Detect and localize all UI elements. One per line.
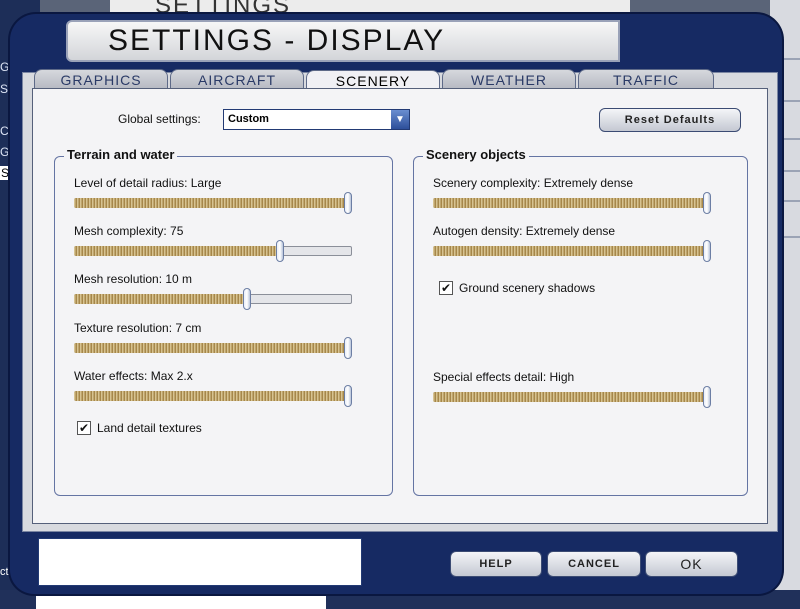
tab-graphics[interactable]: GRAPHICS [34, 69, 168, 89]
slider-thumb[interactable] [703, 386, 711, 408]
land-detail-textures-checkbox[interactable]: ✔ [77, 421, 91, 435]
global-settings-label: Global settings: [118, 112, 201, 126]
slider-thumb[interactable] [344, 385, 352, 407]
slider-thumb[interactable] [703, 192, 711, 214]
scenery-complexity-label: Scenery complexity: Extremely dense [433, 176, 634, 190]
slider-thumb[interactable] [703, 240, 711, 262]
mesh-resolution-slider[interactable] [74, 288, 352, 310]
global-settings-select[interactable]: Custom ▼ [223, 109, 410, 130]
reset-defaults-button[interactable]: Reset Defaults [599, 108, 741, 132]
cancel-button[interactable]: CANCEL [547, 551, 641, 577]
dialog-title: SETTINGS - DISPLAY [108, 24, 446, 57]
slider-thumb[interactable] [344, 337, 352, 359]
land-detail-textures-label: Land detail textures [97, 421, 202, 435]
scenery-objects-title: Scenery objects [423, 147, 529, 162]
texture-resolution-slider[interactable] [74, 337, 352, 359]
texture-resolution-label: Texture resolution: 7 cm [74, 321, 202, 335]
mesh-complexity-slider[interactable] [74, 240, 352, 262]
chevron-down-icon[interactable]: ▼ [391, 110, 409, 129]
help-button[interactable]: HELP [450, 551, 542, 577]
tab-aircraft[interactable]: AIRCRAFT [170, 69, 304, 89]
lod-radius-slider[interactable] [74, 192, 352, 214]
bg-fragment: G [0, 145, 10, 159]
global-settings-value: Custom [228, 113, 269, 125]
tab-scenery[interactable]: SCENERY [306, 70, 440, 89]
mesh-complexity-label: Mesh complexity: 75 [74, 224, 184, 238]
lod-radius-label: Level of detail radius: Large [74, 176, 222, 190]
background-bottom-panel [36, 596, 326, 609]
autogen-density-label: Autogen density: Extremely dense [433, 224, 616, 238]
ground-scenery-shadows-checkbox[interactable]: ✔ [439, 281, 453, 295]
ok-button[interactable]: OK [645, 551, 738, 577]
special-effects-slider[interactable] [433, 386, 711, 408]
slider-thumb[interactable] [344, 192, 352, 214]
bg-fragment: S [0, 82, 9, 96]
slider-thumb[interactable] [276, 240, 284, 262]
scenery-complexity-slider[interactable] [433, 192, 711, 214]
tab-traffic[interactable]: TRAFFIC [578, 69, 714, 89]
autogen-density-slider[interactable] [433, 240, 711, 262]
water-effects-label: Water effects: Max 2.x [74, 369, 193, 383]
bg-fragment: C [0, 124, 9, 138]
status-box [38, 538, 362, 586]
terrain-water-title: Terrain and water [64, 147, 178, 162]
water-effects-slider[interactable] [74, 385, 352, 407]
tab-weather[interactable]: WEATHER [442, 69, 576, 89]
mesh-resolution-label: Mesh resolution: 10 m [74, 272, 193, 286]
special-effects-label: Special effects detail: High [433, 370, 575, 384]
bg-fragment: G [0, 60, 10, 74]
title-bar: SETTINGS - DISPLAY [66, 20, 620, 62]
ground-scenery-shadows-label: Ground scenery shadows [459, 281, 596, 295]
slider-thumb[interactable] [243, 288, 251, 310]
